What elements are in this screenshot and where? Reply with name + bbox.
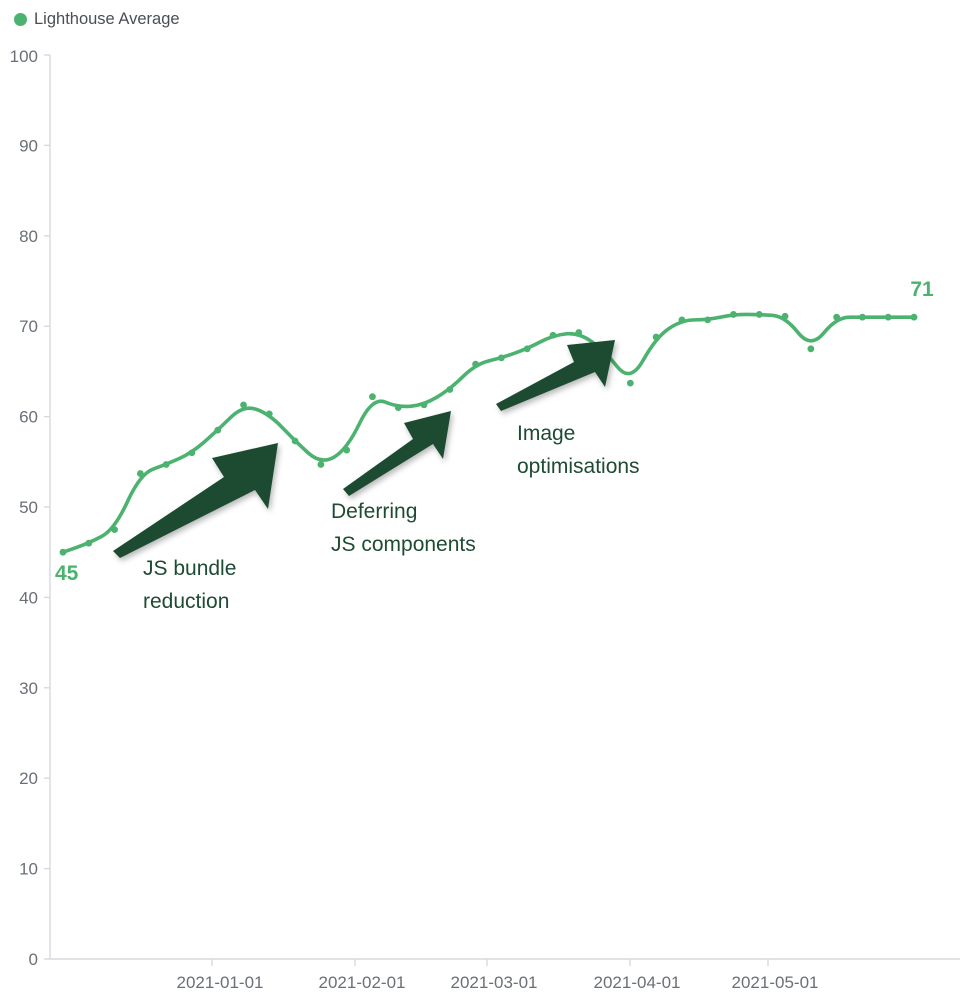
series-data-point[interactable] bbox=[240, 401, 247, 409]
x-tick-label: 2021-05-01 bbox=[732, 973, 819, 992]
series-data-point[interactable] bbox=[136, 470, 144, 477]
chart-plot-area: 0 10 20 30 40 50 60 70 80 90 100 2021-01… bbox=[10, 47, 960, 992]
arrow-js-bundle-reduction bbox=[113, 443, 278, 558]
series-data-point[interactable] bbox=[343, 446, 351, 454]
series-data-point[interactable] bbox=[833, 313, 841, 321]
series-data-point[interactable] bbox=[755, 311, 763, 318]
series-data-point[interactable] bbox=[678, 316, 686, 324]
series-data-point[interactable] bbox=[472, 360, 480, 368]
y-tick-label: 30 bbox=[19, 679, 38, 698]
series-data-point[interactable] bbox=[523, 345, 531, 353]
series-data-point[interactable] bbox=[549, 331, 557, 339]
annotation-deferring-line2: JS components bbox=[331, 533, 476, 556]
series-data-point[interactable] bbox=[317, 461, 325, 468]
series-data-point[interactable] bbox=[910, 313, 918, 321]
annotation-arrows bbox=[113, 340, 615, 558]
end-value-label: 71 bbox=[910, 278, 934, 301]
series-data-point[interactable] bbox=[730, 311, 737, 318]
series-data-point[interactable] bbox=[85, 539, 93, 547]
start-value-label: 45 bbox=[55, 562, 79, 585]
series-data-point[interactable] bbox=[704, 316, 712, 324]
annotation-js-bundle-line1: JS bundle bbox=[143, 557, 236, 580]
series-data-point[interactable] bbox=[111, 526, 118, 533]
series-data-point[interactable] bbox=[291, 437, 299, 445]
y-axis-ticks: 0 10 20 30 40 50 60 70 80 90 100 bbox=[10, 47, 50, 969]
series-data-point[interactable] bbox=[394, 404, 402, 411]
x-tick-label: 2021-03-01 bbox=[451, 973, 538, 992]
annotation-image-line1: Image bbox=[517, 422, 575, 445]
lighthouse-average-chart: Lighthouse Average 0 10 20 30 40 50 60 7… bbox=[0, 0, 966, 1003]
y-tick-label: 40 bbox=[19, 588, 38, 607]
y-tick-label: 50 bbox=[19, 498, 38, 517]
series-data-point[interactable] bbox=[162, 461, 170, 468]
y-tick-label: 70 bbox=[19, 317, 38, 336]
annotation-js-bundle-line2: reduction bbox=[143, 590, 229, 613]
series-data-point[interactable] bbox=[446, 386, 454, 393]
annotation-labels: JS bundle reduction Deferring JS compone… bbox=[143, 422, 640, 613]
series-data-point[interactable] bbox=[652, 333, 660, 341]
y-tick-label: 60 bbox=[19, 408, 38, 427]
y-tick-label: 10 bbox=[19, 860, 38, 879]
x-tick-label: 2021-01-01 bbox=[177, 973, 264, 992]
x-tick-label: 2021-04-01 bbox=[594, 973, 681, 992]
annotation-deferring-line1: Deferring bbox=[331, 500, 417, 523]
y-tick-label: 0 bbox=[29, 950, 38, 969]
series-data-point[interactable] bbox=[626, 379, 634, 387]
annotation-image-line2: optimisations bbox=[517, 455, 640, 478]
series-data-point[interactable] bbox=[420, 401, 428, 409]
series-data-point[interactable] bbox=[265, 410, 273, 418]
series-data-point[interactable] bbox=[884, 313, 892, 321]
y-tick-label: 80 bbox=[19, 227, 38, 246]
series-data-point[interactable] bbox=[214, 426, 222, 434]
x-axis-ticks: 2021-01-01 2021-02-01 2021-03-01 2021-04… bbox=[177, 959, 819, 992]
series-data-point[interactable] bbox=[369, 393, 376, 401]
series-data-point[interactable] bbox=[188, 449, 196, 457]
y-tick-label: 100 bbox=[10, 47, 38, 66]
series-data-point[interactable] bbox=[859, 313, 866, 321]
arrow-image-optimisations bbox=[496, 340, 615, 411]
series-data-point[interactable] bbox=[497, 354, 505, 362]
series-data-point[interactable] bbox=[781, 312, 789, 320]
series-data-point[interactable] bbox=[807, 345, 815, 353]
y-tick-label: 20 bbox=[19, 769, 38, 788]
y-tick-label: 90 bbox=[19, 136, 38, 155]
series-data-point[interactable] bbox=[575, 329, 583, 336]
x-tick-label: 2021-02-01 bbox=[319, 973, 406, 992]
series-data-point[interactable] bbox=[59, 548, 67, 556]
